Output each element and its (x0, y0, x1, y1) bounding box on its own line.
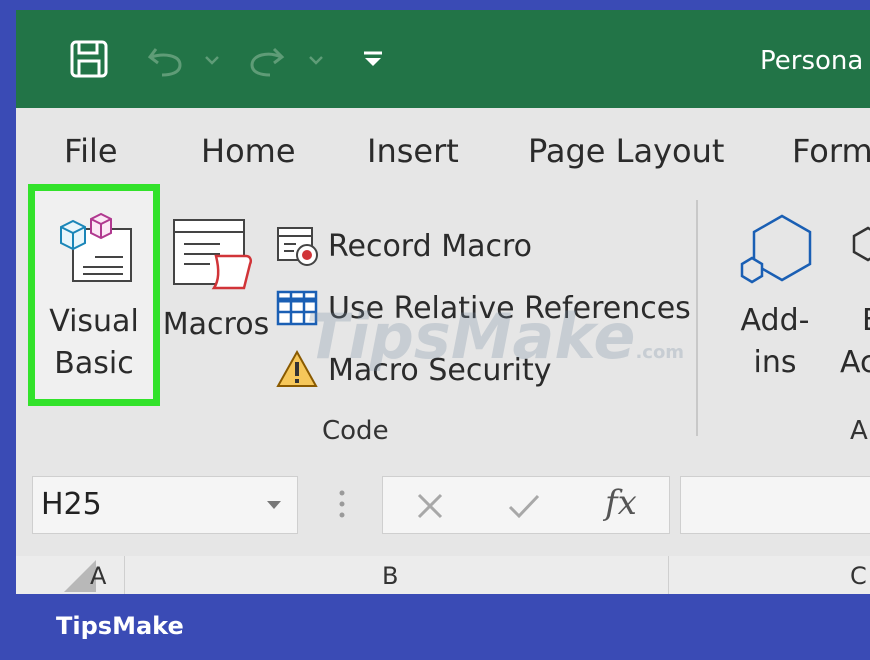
macros-button[interactable]: Macros (163, 184, 269, 406)
add-ins-label: Add- ins (740, 303, 810, 380)
customize-qat-icon[interactable] (356, 10, 390, 108)
record-macro-icon (277, 227, 318, 266)
record-macro-button[interactable]: Record Macro (274, 224, 532, 268)
name-box[interactable]: H25 (32, 476, 298, 534)
visual-basic-label: Visual Basic (49, 304, 139, 381)
chevron-down-icon[interactable] (265, 499, 283, 511)
use-relative-references-button[interactable]: Use Relative References (274, 286, 691, 330)
macros-icon (170, 216, 254, 298)
use-relative-references-label: Use Relative References (328, 290, 691, 326)
excel-add-ins-label: E Ac (840, 303, 870, 380)
column-divider (668, 556, 669, 594)
column-headers: A B C (16, 556, 870, 594)
column-divider (124, 556, 125, 594)
tab-home[interactable]: Home (201, 132, 296, 170)
tab-file[interactable]: File (64, 132, 118, 170)
insert-function-button[interactable]: fx (605, 483, 637, 523)
excel-window: Persona File Home Insert Page Layout For… (16, 10, 870, 594)
excel-add-ins-icon (850, 224, 870, 284)
save-icon[interactable] (62, 10, 116, 108)
undo-icon[interactable] (142, 10, 226, 108)
ribbon-developer: Visual Basic Macros Record Macro Use Rel… (16, 182, 870, 458)
group-separator (696, 200, 698, 436)
code-group-label: Code (322, 416, 389, 446)
formula-buttons: fx (382, 476, 670, 534)
cancel-icon[interactable] (415, 491, 445, 521)
ribbon-tabs: File Home Insert Page Layout Form (16, 108, 870, 182)
enter-icon[interactable] (507, 491, 541, 521)
formula-bar-area: H25 fx A B C (16, 458, 870, 594)
column-header-c[interactable]: C (850, 562, 867, 590)
macro-security-button[interactable]: Macro Security (274, 348, 552, 392)
title-bar: Persona (16, 10, 870, 108)
record-macro-label: Record Macro (328, 228, 532, 264)
tab-formulas[interactable]: Form (792, 132, 870, 170)
formula-bar-grip-icon[interactable] (338, 488, 346, 524)
column-header-b[interactable]: B (382, 562, 398, 590)
visual-basic-icon (57, 211, 137, 291)
add-ins-icon (736, 210, 820, 292)
visual-basic-button[interactable]: Visual Basic (28, 184, 160, 406)
macros-label: Macros (162, 307, 270, 342)
excel-add-ins-button[interactable]: E Ac (836, 184, 870, 406)
column-header-a[interactable]: A (90, 562, 106, 590)
add-ins-group-label: A (850, 416, 868, 446)
add-ins-button[interactable]: Add- ins (732, 184, 822, 406)
macro-security-label: Macro Security (328, 352, 552, 388)
formula-input[interactable] (680, 476, 870, 534)
footer-brand: TipsMake (56, 612, 184, 640)
window-title: Persona (760, 46, 864, 76)
relative-references-icon (276, 290, 318, 326)
redo-icon[interactable] (242, 10, 332, 108)
tab-page-layout[interactable]: Page Layout (528, 132, 724, 170)
footer-bar: TipsMake (0, 594, 870, 660)
name-box-value: H25 (41, 487, 102, 522)
warning-icon (276, 349, 318, 387)
tab-insert[interactable]: Insert (367, 132, 459, 170)
